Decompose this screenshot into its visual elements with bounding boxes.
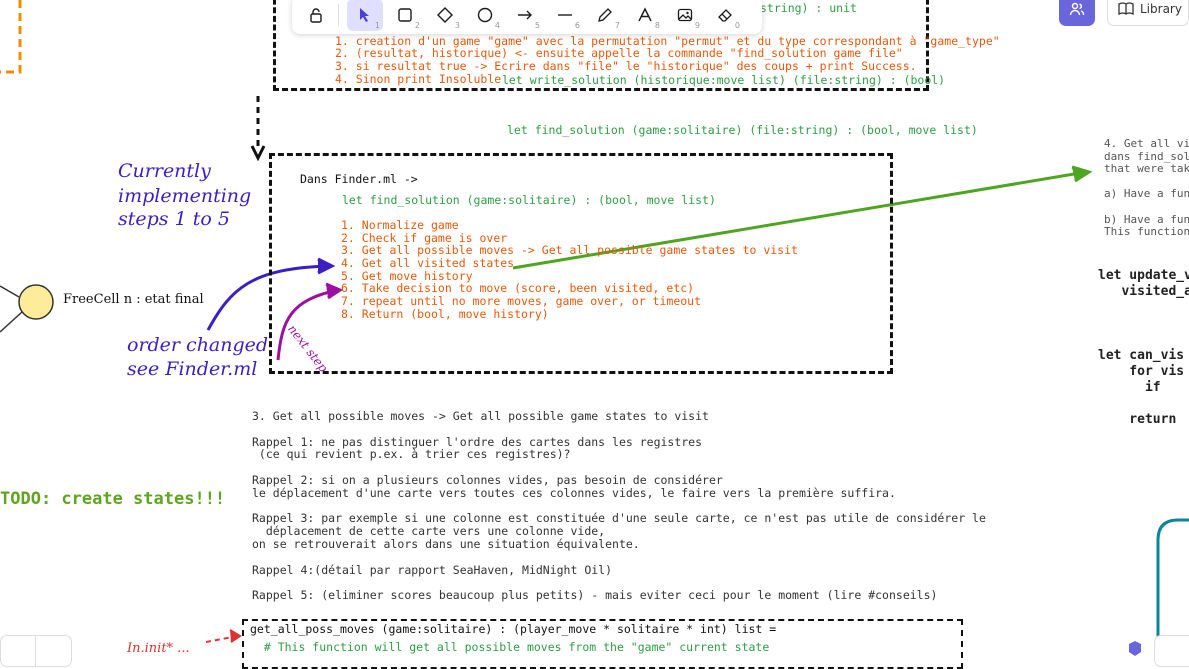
tool-key: 3: [454, 21, 460, 30]
right-line: This function: [1104, 225, 1189, 239]
right-code-line: visited_a: [1098, 284, 1189, 299]
bottom-left-label: In.init* ...: [127, 641, 190, 656]
note-line: 3. Get all possible moves -> Get all pos…: [252, 409, 709, 423]
tool-key: 4: [494, 21, 500, 30]
line-tool-button[interactable]: 6: [547, 0, 583, 31]
right-line: that were take: [1104, 162, 1189, 176]
lock-tool-button[interactable]: [298, 0, 334, 31]
right-panel: 4. Get all vis dans find_solu that were …: [1104, 137, 1189, 239]
finder-signature: let find_solution (game:solitaire) : (bo…: [342, 193, 716, 207]
bottom-box-comment: # This function will get all possible mo…: [250, 640, 770, 654]
find-solution-signature: let find_solution (game:solitaire) (file…: [507, 123, 978, 137]
right-code-line: [1098, 302, 1189, 318]
freecell-node: [18, 284, 54, 320]
freecell-label: FreeCell n : etat final: [63, 292, 204, 307]
right-line: a) Have a func: [1104, 187, 1189, 201]
text-tool-button[interactable]: 8: [627, 0, 663, 31]
note-line: Rappel 5: (eliminer scores beaucoup plus…: [252, 588, 938, 603]
annotation-currently-3: steps 1 to 5: [118, 208, 230, 230]
ellipse-tool-button[interactable]: 4: [467, 0, 503, 31]
top-box-header-fragment: string) : unit: [760, 1, 857, 15]
eraser-icon: [718, 9, 732, 22]
note-line: on se retrouverait alors dans une situat…: [252, 536, 640, 551]
selection-tool-button[interactable]: 1: [347, 0, 383, 31]
todo-label: TODO: create states!!!: [0, 489, 226, 509]
library-button[interactable]: Library: [1107, 0, 1189, 26]
text-icon: [638, 7, 652, 22]
pointer-icon: [360, 8, 369, 22]
diamond-tool-button[interactable]: 3: [427, 0, 463, 31]
zoom-controls[interactable]: [0, 635, 72, 667]
finder-step-6: 6. Take decision to move (score, been vi…: [341, 281, 695, 295]
annotation-currently-1: Currently: [118, 160, 211, 182]
ellipse-icon: [477, 7, 493, 23]
tool-key: 6: [574, 21, 580, 30]
finder-title: Dans Finder.ml ->: [300, 172, 418, 186]
annotation-currently-2: implementing: [118, 185, 252, 207]
users-icon: [1069, 2, 1085, 16]
finder-step-8: 8. Return (bool, move history): [341, 307, 549, 321]
finder-step-4: 4. Get all visited states: [341, 256, 515, 270]
write-solution-signature: let write_solution (historique:move list…: [502, 73, 946, 87]
notes-block: 3. Get all possible moves -> Get all pos…: [252, 410, 986, 602]
red-arrowhead: [229, 629, 242, 643]
shield-icon[interactable]: [1127, 640, 1143, 656]
image-tool-button[interactable]: 9: [667, 0, 703, 31]
right-code: let update_v visited_a let can_vis for v…: [1098, 269, 1189, 430]
tool-key: 0: [734, 21, 740, 30]
zoom-divider: [35, 636, 36, 666]
finder-step-7: 7. repeat until no more moves, game over…: [341, 294, 702, 308]
help-button[interactable]: [1154, 635, 1189, 667]
eraser-tool-button[interactable]: 0: [707, 0, 743, 31]
annotation-order-changed-1: order changed: [127, 334, 269, 356]
note-line: [252, 423, 986, 436]
tool-key: 5: [534, 21, 540, 30]
freecell-edges: [0, 285, 23, 333]
library-label: Library: [1140, 2, 1182, 16]
teal-shape: [1156, 518, 1189, 650]
finder-step-3: 3. Get all possible moves -> Get all pos…: [341, 243, 798, 257]
image-icon: [677, 8, 693, 22]
note-line: Rappel 2: si on a plusieurs colonnes vid…: [252, 472, 723, 487]
lock-icon: [310, 8, 322, 23]
top-box-line-4: 4. Sinon print Insoluble: [335, 72, 502, 86]
rectangle-tool-button[interactable]: 2: [387, 0, 423, 31]
line-icon: [558, 14, 572, 16]
right-line: 4. Get all vis: [1104, 137, 1189, 150]
right-code-line: return: [1098, 412, 1177, 427]
diamond-icon: [437, 7, 453, 23]
pencil-icon: [598, 8, 612, 22]
tool-key: 9: [694, 21, 700, 30]
finder-step-1: 1. Normalize game: [341, 218, 459, 232]
top-box-line-2: 2. (resultat, historique) <- ensuite app…: [335, 46, 903, 60]
arrow-icon: [518, 10, 532, 20]
note-line: le déplacement d'une carte vers toutes c…: [252, 485, 896, 500]
note-line: Rappel 4:(détail par rapport SeaHaven, M…: [252, 562, 613, 577]
orange-dashed-bracket: [0, 0, 22, 74]
toolbar-separator: [338, 4, 339, 26]
green-arrowhead: [1071, 165, 1093, 183]
top-box-line-3: 3. si resultat true -> Ecrire dans "file…: [335, 59, 917, 73]
right-line: [1104, 201, 1189, 214]
draw-tool-button[interactable]: 7: [587, 0, 623, 31]
tool-key: 1: [374, 21, 380, 30]
tool-key: 2: [414, 21, 420, 30]
rectangle-icon: [398, 8, 412, 22]
dashed-connector-arrowhead: [250, 145, 266, 162]
book-icon: [1118, 2, 1134, 16]
tool-key: 7: [614, 21, 620, 30]
right-code-line: [1098, 318, 1189, 334]
tool-key: 8: [654, 21, 660, 30]
annotation-order-changed-2: see Finder.ml: [127, 358, 258, 380]
bottom-box-signature: get_all_poss_moves (game:solitaire) : (p…: [250, 622, 777, 636]
collaborate-button[interactable]: [1059, 0, 1095, 26]
shape-toolbar: 1 2 3 4 5 6 7 8 9 0: [292, 0, 762, 34]
right-code-line: if: [1098, 380, 1161, 395]
note-line: (ce qui revient p.ex. à trier ces regist…: [252, 447, 571, 462]
arrow-tool-button[interactable]: 5: [507, 0, 543, 31]
note-line: [252, 551, 986, 564]
